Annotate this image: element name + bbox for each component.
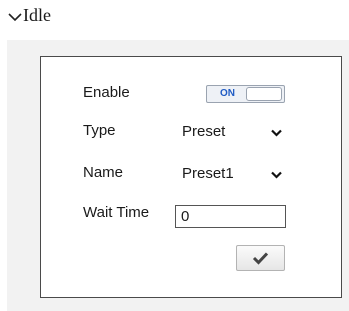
chevron-down-icon	[271, 129, 282, 137]
name-label: Name	[83, 164, 124, 181]
type-select[interactable]: Preset	[175, 121, 287, 143]
name-select-value: Preset1	[182, 165, 234, 182]
wait-time-input[interactable]: 0	[175, 205, 286, 228]
toggle-state-text: ON	[220, 88, 235, 99]
type-select-value: Preset	[182, 123, 226, 140]
enable-toggle[interactable]: ON	[206, 85, 285, 103]
chevron-down-icon[interactable]	[8, 11, 22, 23]
section-title: Idle	[23, 5, 51, 25]
enable-label: Enable	[83, 84, 130, 101]
confirm-button[interactable]	[236, 245, 285, 271]
type-label: Type	[83, 122, 116, 139]
idle-section-header[interactable]: Idle	[0, 0, 349, 40]
wait-time-label: Wait Time	[83, 204, 150, 221]
chevron-down-icon	[271, 171, 282, 179]
name-select[interactable]: Preset1	[175, 163, 287, 185]
checkmark-icon	[252, 252, 269, 265]
wait-time-value: 0	[181, 208, 190, 225]
toggle-knob	[246, 87, 282, 101]
